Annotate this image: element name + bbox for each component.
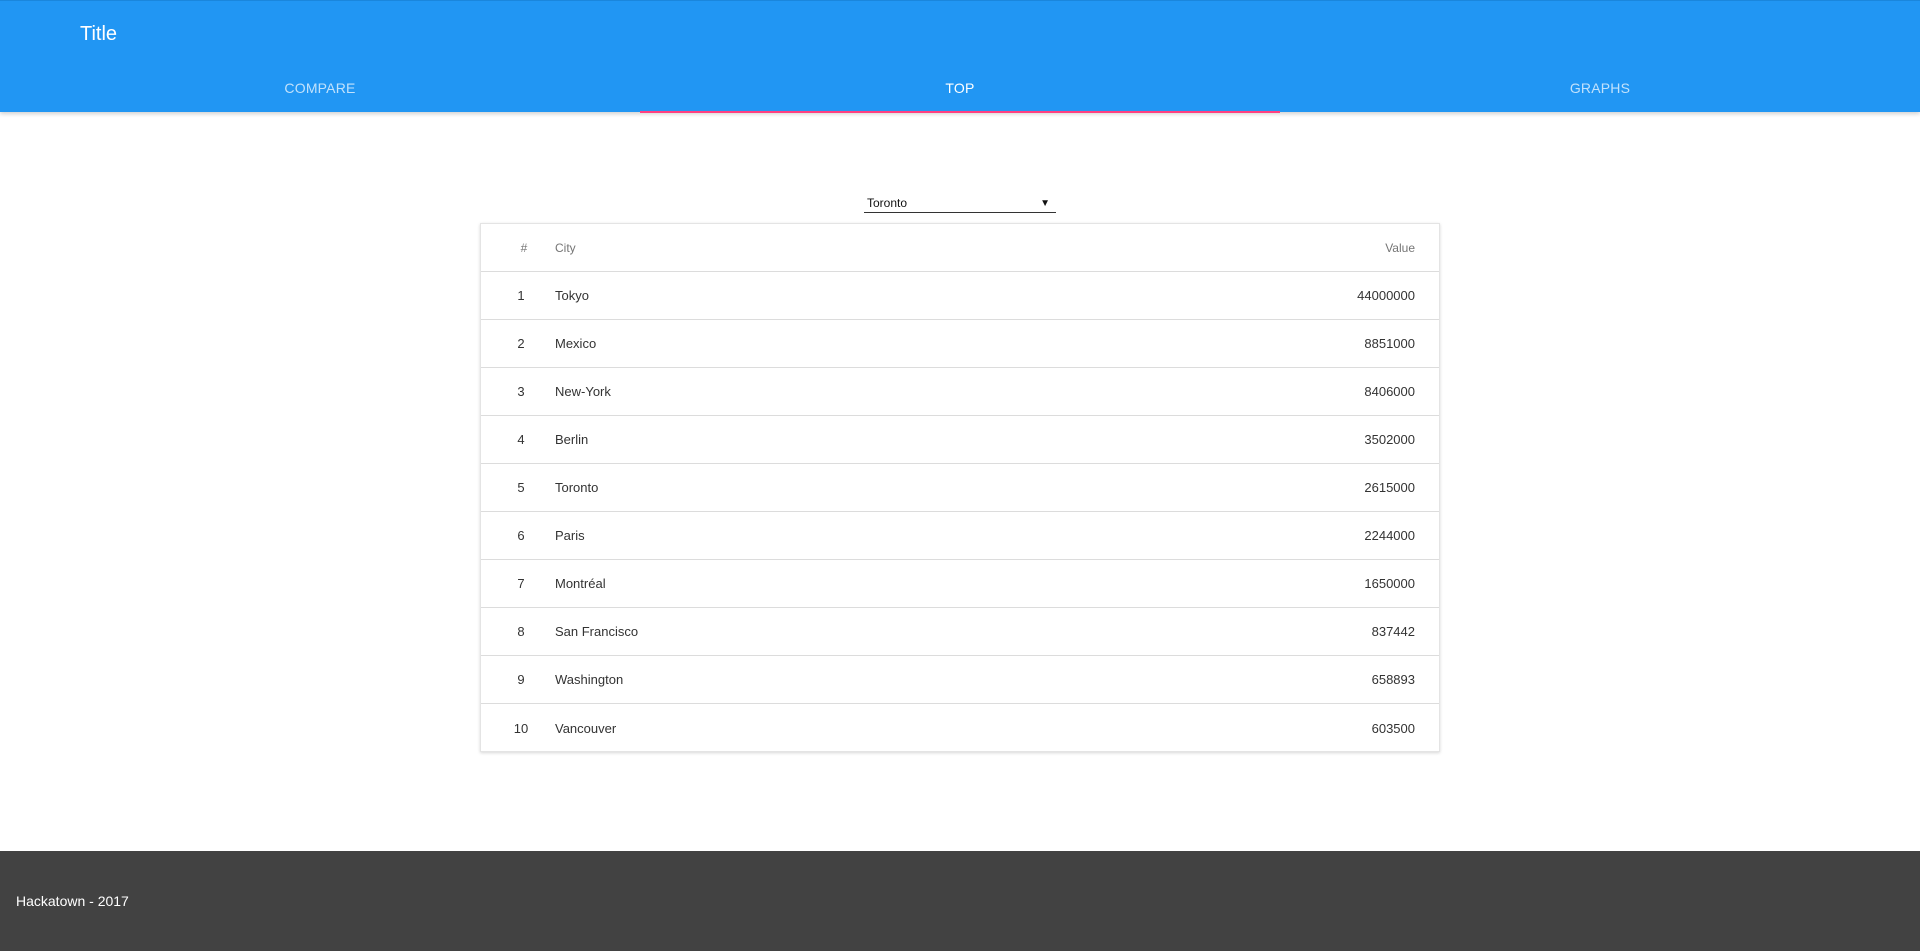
- row-value: 658893: [1371, 672, 1415, 687]
- table-row[interactable]: 1 Tokyo 44000000: [481, 272, 1439, 320]
- column-header-value[interactable]: Value: [1239, 241, 1439, 255]
- table-row[interactable]: 4 Berlin 3502000: [481, 416, 1439, 464]
- table-row[interactable]: 7 Montréal 1650000: [481, 560, 1439, 608]
- table-row[interactable]: 3 New-York 8406000: [481, 368, 1439, 416]
- row-value: 8851000: [1364, 336, 1415, 351]
- city-select[interactable]: Toronto ▼: [864, 195, 1056, 213]
- row-value: 1650000: [1364, 576, 1415, 591]
- footer-text: Hackatown - 2017: [16, 893, 129, 909]
- row-rank: 4: [517, 432, 525, 447]
- column-header-rank[interactable]: #: [481, 241, 555, 255]
- dropdown-arrow-icon: ▼: [1040, 198, 1050, 209]
- row-rank: 2: [517, 336, 525, 351]
- table-row[interactable]: 10 Vancouver 603500: [481, 704, 1439, 752]
- row-city: Toronto: [555, 480, 599, 495]
- table-header-row: # City Value: [481, 224, 1439, 272]
- column-header-city[interactable]: City: [555, 241, 1239, 255]
- tab-compare[interactable]: COMPARE: [0, 69, 640, 113]
- row-rank: 5: [517, 480, 525, 495]
- row-city: Berlin: [555, 432, 589, 447]
- row-value: 603500: [1371, 720, 1415, 736]
- row-rank: 1: [517, 288, 525, 303]
- table-row[interactable]: 5 Toronto 2615000: [481, 464, 1439, 512]
- row-city: San Francisco: [555, 624, 639, 639]
- footer: Hackatown - 2017: [0, 851, 1920, 951]
- row-city: New-York: [555, 384, 611, 399]
- tab-bar: COMPARE TOP GRAPHS: [0, 69, 1920, 113]
- row-rank: 9: [517, 672, 525, 687]
- row-rank: 7: [517, 576, 525, 591]
- row-city: Montréal: [555, 576, 606, 591]
- tab-top[interactable]: TOP: [640, 69, 1280, 113]
- row-city: Vancouver: [555, 720, 617, 736]
- row-rank: 3: [517, 384, 525, 399]
- row-value: 44000000: [1357, 288, 1415, 303]
- table-row[interactable]: 9 Washington 658893: [481, 656, 1439, 704]
- row-city: Tokyo: [555, 288, 589, 303]
- row-value: 2244000: [1364, 528, 1415, 543]
- row-value: 837442: [1371, 624, 1415, 639]
- table-row[interactable]: 8 San Francisco 837442: [481, 608, 1439, 656]
- row-rank: 6: [517, 528, 525, 543]
- row-value: 8406000: [1364, 384, 1415, 399]
- row-city: Washington: [555, 672, 624, 687]
- row-city: Mexico: [555, 336, 597, 351]
- row-value: 2615000: [1364, 480, 1415, 495]
- row-rank: 10: [513, 720, 529, 736]
- table-row[interactable]: 6 Paris 2244000: [481, 512, 1439, 560]
- row-rank: 8: [517, 624, 525, 639]
- app-header: Title COMPARE TOP GRAPHS: [0, 0, 1920, 113]
- row-city: Paris: [555, 528, 585, 543]
- top-cities-table: # City Value 1 Tokyo 44000000 2 Mexico 885100…: [480, 223, 1440, 752]
- app-title: Title: [80, 23, 118, 45]
- tab-graphs[interactable]: GRAPHS: [1280, 69, 1920, 113]
- table-row[interactable]: 2 Mexico 8851000: [481, 320, 1439, 368]
- row-value: 3502000: [1364, 432, 1415, 447]
- city-select-value: Toronto: [867, 196, 908, 210]
- table-body: 1 Tokyo 44000000 2 Mexico 8851000 3 New-York 840…: [481, 272, 1439, 752]
